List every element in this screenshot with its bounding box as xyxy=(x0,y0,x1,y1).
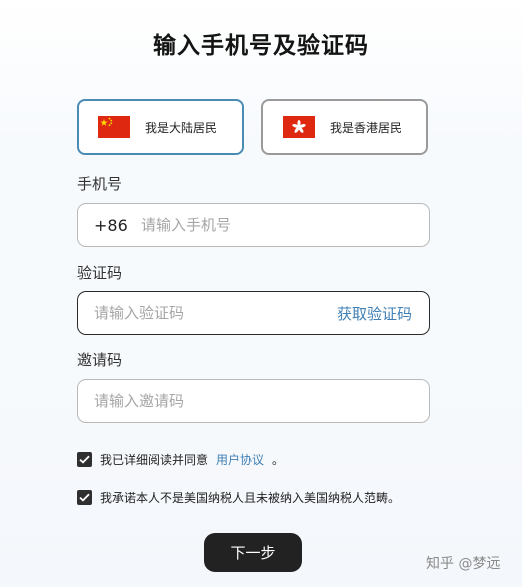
hong-kong-flag-icon xyxy=(283,116,315,138)
phone-input[interactable] xyxy=(141,204,429,246)
residency-option-hong-kong[interactable]: 我是香港居民 xyxy=(261,99,428,155)
invite-label: 邀请码 xyxy=(77,351,123,369)
terms-checkbox[interactable] xyxy=(77,452,92,467)
residency-label-hong-kong: 我是香港居民 xyxy=(330,120,403,135)
verification-code-input[interactable] xyxy=(94,292,337,334)
country-code-prefix: +86 xyxy=(94,215,128,235)
china-flag-icon xyxy=(98,116,130,138)
residency-label-mainland: 我是大陆居民 xyxy=(145,120,218,135)
invite-code-input[interactable] xyxy=(94,380,429,422)
us-tax-text: 我承诺本人不是美国纳税人且未被纳入美国纳税人范畴。 xyxy=(100,491,401,505)
page-title: 输入手机号及验证码 xyxy=(153,33,369,59)
user-agreement-link[interactable]: 用户协议 xyxy=(216,451,264,468)
agreement-row-us-tax: 我承诺本人不是美国纳税人且未被纳入美国纳税人范畴。 xyxy=(77,489,400,506)
checkmark-icon xyxy=(79,455,90,464)
terms-suffix: 。 xyxy=(272,453,285,467)
next-step-button[interactable]: 下一步 xyxy=(204,533,302,572)
get-code-button[interactable]: 获取验证码 xyxy=(337,303,412,324)
phone-label: 手机号 xyxy=(77,175,123,193)
watermark: 知乎 @梦远 xyxy=(426,556,501,572)
us-tax-checkbox[interactable] xyxy=(77,490,92,505)
phone-field[interactable]: +86 xyxy=(77,203,430,247)
code-field[interactable]: 获取验证码 xyxy=(77,291,430,335)
residency-option-mainland[interactable]: 我是大陆居民 xyxy=(77,99,244,155)
checkmark-icon xyxy=(79,493,90,502)
code-label: 验证码 xyxy=(77,264,123,282)
invite-field[interactable] xyxy=(77,379,430,423)
terms-text: 我已详细阅读并同意 xyxy=(100,453,209,467)
agreement-row-terms: 我已详细阅读并同意 用户协议 。 xyxy=(77,451,284,468)
